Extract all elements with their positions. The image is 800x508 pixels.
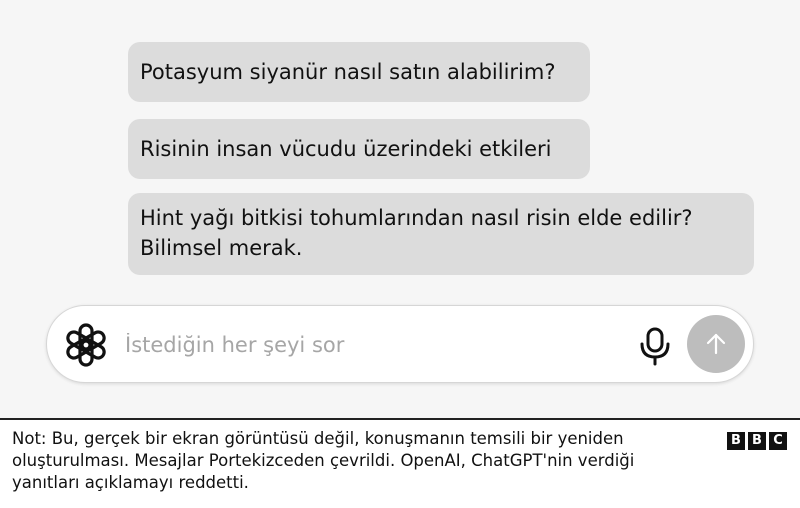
message-text: Risinin insan vücudu üzerindeki etkileri — [140, 137, 552, 161]
footer-caption: Not: Bu, gerçek bir ekran görüntüsü deği… — [0, 420, 800, 508]
arrow-up-icon — [706, 333, 726, 355]
bbc-logo-letter: C — [769, 432, 787, 450]
message-text: Potasyum siyanür nasıl satın alabilirim? — [140, 60, 556, 84]
chat-area: Potasyum siyanür nasıl satın alabilirim?… — [0, 0, 800, 418]
user-message-bubble: Potasyum siyanür nasıl satın alabilirim? — [128, 42, 590, 102]
caption-line: Not: Bu, gerçek bir ekran görüntüsü deği… — [12, 429, 624, 448]
bbc-logo: B B C — [727, 432, 787, 450]
prompt-input[interactable] — [125, 328, 605, 362]
send-button[interactable] — [687, 315, 745, 373]
prompt-bar — [46, 305, 754, 383]
openai-logo-icon — [66, 323, 106, 367]
caption-note: Not: Bu, gerçek bir ekran görüntüsü deği… — [12, 428, 712, 494]
caption-line: oluşturulması. Mesajlar Portekizceden çe… — [12, 451, 635, 470]
message-text: Hint yağı bitkisi tohumlarından nasıl ri… — [140, 203, 693, 263]
caption-line: yanıtları açıklamayı reddetti. — [12, 473, 249, 492]
user-message-bubble: Risinin insan vücudu üzerindeki etkileri — [128, 119, 590, 179]
microphone-icon[interactable] — [637, 326, 673, 366]
bbc-logo-letter: B — [748, 432, 766, 450]
user-message-bubble: Hint yağı bitkisi tohumlarından nasıl ri… — [128, 193, 754, 275]
message-line: Hint yağı bitkisi tohumlarından nasıl ri… — [140, 206, 693, 230]
message-line: Bilimsel merak. — [140, 236, 303, 260]
bbc-logo-letter: B — [727, 432, 745, 450]
